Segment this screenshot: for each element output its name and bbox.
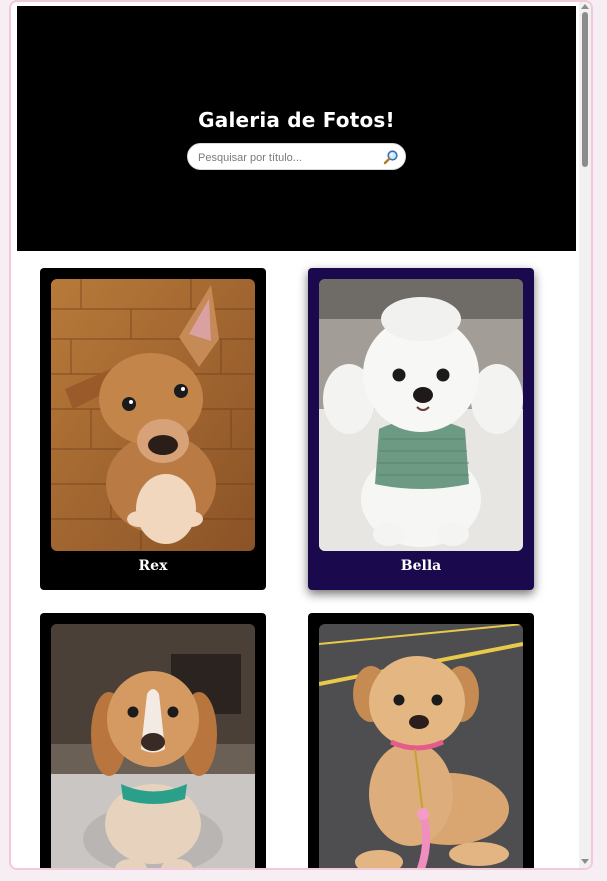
card-title: Rex bbox=[138, 558, 168, 574]
photo-card-4[interactable] bbox=[308, 613, 534, 868]
photo-card-bella[interactable]: Bella bbox=[308, 268, 534, 590]
card-title: Bella bbox=[400, 558, 442, 574]
search-box[interactable] bbox=[187, 143, 406, 170]
search-input[interactable] bbox=[196, 148, 380, 168]
scroll-up-arrow-icon[interactable] bbox=[581, 4, 589, 9]
scroll-down-arrow-icon[interactable] bbox=[581, 859, 589, 864]
app-window: Galeria de Fotos! Pesquisar por título..… bbox=[9, 0, 593, 870]
scrollbar[interactable] bbox=[579, 2, 591, 868]
gallery-header: Galeria de Fotos! bbox=[17, 6, 576, 251]
scroll-thumb[interactable] bbox=[582, 12, 588, 167]
page-title: Galeria de Fotos! bbox=[198, 108, 395, 132]
photo-card-rex[interactable]: Rex bbox=[40, 268, 266, 590]
dog-photo-bella bbox=[319, 279, 523, 551]
magnifier-icon[interactable] bbox=[383, 149, 399, 165]
dog-photo-3 bbox=[51, 624, 255, 868]
photo-card-3[interactable] bbox=[40, 613, 266, 868]
dog-photo-4 bbox=[319, 624, 523, 868]
dog-photo-rex bbox=[51, 279, 255, 551]
